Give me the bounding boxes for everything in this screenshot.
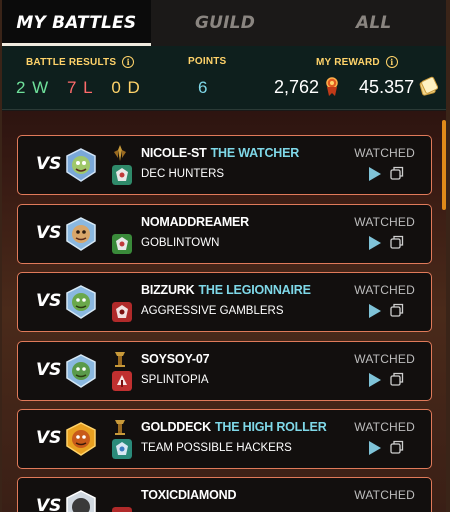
opponent-avatar xyxy=(66,285,96,319)
battle-results-label: BATTLE RESULTS xyxy=(26,56,117,68)
watched-status: WATCHED xyxy=(354,215,415,229)
guild-crest-icon xyxy=(112,371,132,391)
guild-crest-icon xyxy=(112,507,132,512)
tab-my-battles[interactable]: MY BATTLES xyxy=(2,0,151,46)
player-handle[interactable]: NOMADDREAMER xyxy=(141,215,249,229)
battle-card[interactable]: VS NOMADDREAMER GOBLINTOWN WATCHED xyxy=(17,204,432,264)
battle-results: 2 W 7 L 0 D xyxy=(16,78,153,98)
vs-label: VS xyxy=(36,360,62,380)
token-stack-icon xyxy=(419,76,439,96)
battles-panel: MY BATTLES GUILD ALL BATTLE RESULTS i 2 … xyxy=(0,0,450,512)
copy-icon[interactable] xyxy=(390,235,404,249)
opponent-avatar xyxy=(66,148,96,182)
player-name: TOXICDIAMOND xyxy=(141,488,240,502)
opponent-avatar xyxy=(66,422,96,456)
copy-icon[interactable] xyxy=(390,440,404,454)
battle-card[interactable]: VS SOYSOY-07 SPLINTOPIA WATCHED xyxy=(17,341,432,401)
player-name: NOMADDREAMER xyxy=(141,215,253,229)
battle-card[interactable]: VS NICOLE-ST THE WATCHER DEC HUNTERS WATC… xyxy=(17,135,432,195)
high-roller-title-icon xyxy=(115,420,125,435)
losses-count: 7 L xyxy=(66,78,94,97)
copy-icon[interactable] xyxy=(390,372,404,386)
points-label: POINTS xyxy=(188,56,227,67)
player-handle[interactable]: NICOLE-ST xyxy=(141,146,207,160)
guild-name[interactable]: TEAM POSSIBLE HACKERS xyxy=(141,442,292,454)
player-title: THE LEGIONNAIRE xyxy=(198,283,311,297)
copy-icon[interactable] xyxy=(390,166,404,180)
battle-card[interactable]: VS TOXICDIAMOND WATCHED xyxy=(17,477,432,512)
battle-results-header: BATTLE RESULTS i xyxy=(26,56,135,68)
watched-status: WATCHED xyxy=(354,488,415,502)
info-icon[interactable]: i xyxy=(122,56,135,68)
player-name: BIZZURK THE LEGIONNAIRE xyxy=(141,283,311,297)
play-icon[interactable] xyxy=(368,303,382,319)
watched-status: WATCHED xyxy=(354,283,415,297)
wins-count: 2 W xyxy=(16,78,50,97)
vs-label: VS xyxy=(36,291,62,311)
player-handle[interactable]: SOYSOY-07 xyxy=(141,352,210,366)
guild-crest-icon xyxy=(112,165,132,185)
tab-guild[interactable]: GUILD xyxy=(151,0,300,46)
reward-tokens: 45.357 xyxy=(359,76,415,97)
player-name: NICOLE-ST THE WATCHER xyxy=(141,146,299,160)
player-handle[interactable]: GOLDDECK xyxy=(141,420,211,434)
tab-all[interactable]: ALL xyxy=(299,0,446,46)
guild-crest-icon xyxy=(112,302,132,322)
play-icon[interactable] xyxy=(368,166,382,182)
battle-card[interactable]: VS GOLDDECK THE HIGH ROLLER TEAM POSSIBLE… xyxy=(17,409,432,469)
watched-status: WATCHED xyxy=(354,420,415,434)
points-value: 6 xyxy=(198,78,208,97)
watched-status: WATCHED xyxy=(354,146,415,160)
battle-summary: BATTLE RESULTS i 2 W 7 L 0 D POINTS 6 MY… xyxy=(2,46,446,110)
scrollbar-thumb[interactable] xyxy=(442,120,446,210)
vs-label: VS xyxy=(36,223,62,243)
vs-label: VS xyxy=(36,496,62,512)
guild-crest-icon xyxy=(112,234,132,254)
trophy-medal-icon xyxy=(326,77,338,96)
player-handle[interactable]: BIZZURK xyxy=(141,283,195,297)
player-name: GOLDDECK THE HIGH ROLLER xyxy=(141,420,327,434)
opponent-avatar xyxy=(66,354,96,388)
opponent-avatar xyxy=(66,490,96,512)
guild-name[interactable]: SPLINTOPIA xyxy=(141,374,209,386)
play-icon[interactable] xyxy=(368,440,382,456)
guild-crest-icon xyxy=(112,439,132,459)
my-reward-header: MY REWARD i xyxy=(316,56,398,68)
title-badge-icon xyxy=(115,352,125,367)
tab-bar: MY BATTLES GUILD ALL xyxy=(2,0,446,46)
info-icon[interactable]: i xyxy=(385,56,398,68)
opponent-avatar xyxy=(66,217,96,251)
vs-label: VS xyxy=(36,154,62,174)
player-handle[interactable]: TOXICDIAMOND xyxy=(141,488,236,502)
player-title: THE HIGH ROLLER xyxy=(214,420,327,434)
battle-card[interactable]: VS BIZZURK THE LEGIONNAIRE AGGRESSIVE GAM… xyxy=(17,272,432,332)
player-title: THE WATCHER xyxy=(210,146,300,160)
player-name: SOYSOY-07 xyxy=(141,352,213,366)
copy-icon[interactable] xyxy=(390,303,404,317)
play-icon[interactable] xyxy=(368,235,382,251)
watched-status: WATCHED xyxy=(354,352,415,366)
my-reward-label: MY REWARD xyxy=(316,56,380,68)
play-icon[interactable] xyxy=(368,372,382,388)
guild-name[interactable]: AGGRESSIVE GAMBLERS xyxy=(141,305,284,317)
reward-amount: 2,762 xyxy=(274,76,320,97)
reward-row: 2,762 45.357 xyxy=(274,76,439,98)
vs-label: VS xyxy=(36,428,62,448)
watcher-title-icon xyxy=(114,145,126,161)
draws-count: 0 D xyxy=(111,78,141,97)
guild-name[interactable]: DEC HUNTERS xyxy=(141,168,224,180)
guild-name[interactable]: GOBLINTOWN xyxy=(141,237,219,249)
